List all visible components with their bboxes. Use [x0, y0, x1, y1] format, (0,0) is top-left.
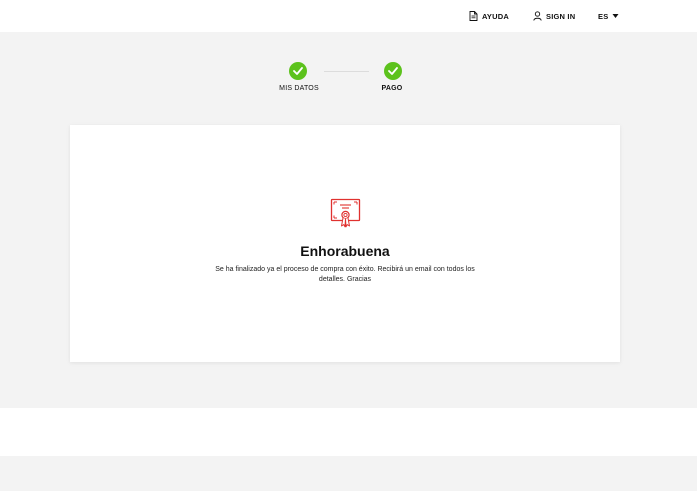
page-footer [0, 408, 697, 456]
certificate-icon [330, 198, 361, 234]
step-pago-check-icon [384, 62, 402, 80]
confirmation-message: Se ha finalizado ya el proceso de compra… [215, 266, 475, 283]
step-connector [324, 71, 369, 72]
step-mis-datos-check-icon [289, 62, 307, 80]
step-mis-datos-label: MIS DATOS [279, 85, 319, 92]
confirmation-title: Enhorabuena [300, 243, 390, 259]
checkout-stepper: MIS DATOS PAGO [0, 0, 697, 100]
step-pago-label: PAGO [381, 85, 403, 92]
confirmation-card: Enhorabuena Se ha finalizado ya el proce… [70, 125, 620, 362]
